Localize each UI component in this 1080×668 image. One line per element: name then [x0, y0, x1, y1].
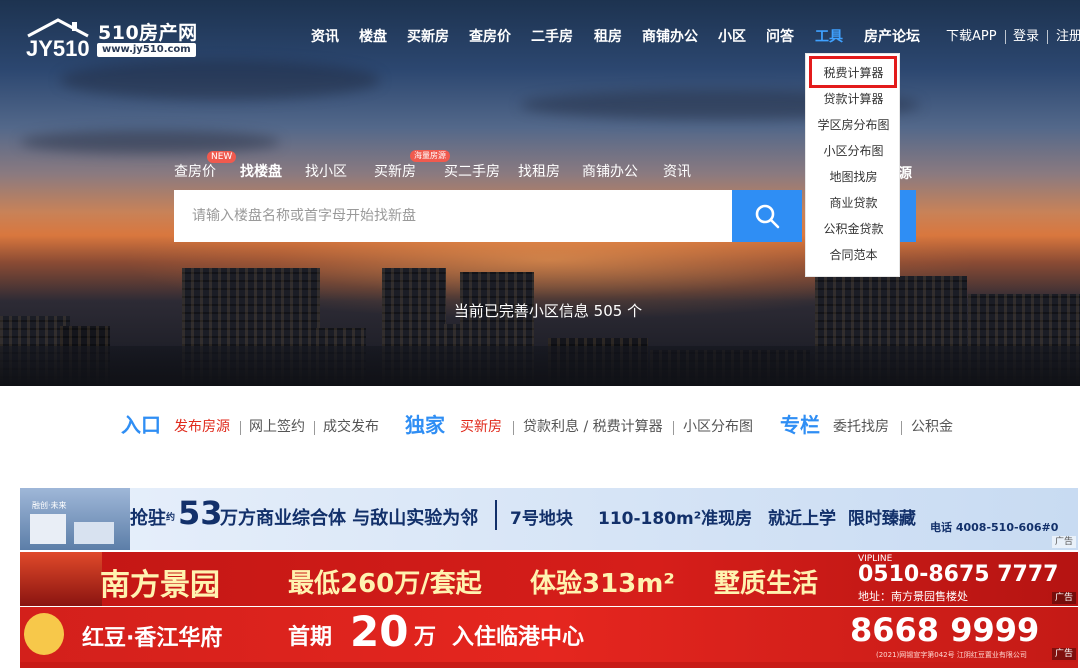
entry-housing-fund[interactable]: 公积金: [911, 418, 953, 436]
download-app-link[interactable]: 下载APP: [946, 26, 997, 48]
ground: [0, 346, 1080, 386]
nav-loupan[interactable]: 楼盘: [359, 26, 387, 48]
entry-online-sign[interactable]: 网上签约: [249, 418, 305, 436]
nav-qa[interactable]: 问答: [766, 26, 794, 48]
ad-text: 体验313m²: [530, 569, 675, 599]
divider: [495, 500, 497, 530]
dropdown-item-contract[interactable]: 合同范本: [806, 247, 901, 263]
community-stat: 当前已完善小区信息 505 个: [453, 302, 643, 320]
search-icon: [755, 204, 780, 229]
ad-text: 万: [414, 625, 437, 650]
search-input[interactable]: [174, 190, 732, 242]
ad-banner-nanfang[interactable]: 南方景园 最低260万/套起 体验313m² 墅质生活 VIPLINE 0510…: [20, 552, 1078, 606]
ad-text: 墅质生活: [714, 569, 819, 599]
tab-news[interactable]: 资讯: [663, 163, 691, 181]
ad-label: 广告: [1051, 592, 1076, 604]
nav-second-hand[interactable]: 二手房: [531, 26, 573, 48]
hot-badge: 海量房源: [410, 150, 450, 162]
cloud: [20, 130, 280, 154]
ad-label: 广告: [1051, 648, 1076, 660]
search-button[interactable]: [732, 190, 802, 242]
register-link[interactable]: 注册: [1056, 26, 1080, 48]
dropdown-item-loan-calculator[interactable]: 贷款计算器: [806, 91, 901, 107]
entry-loan-tax-calculator[interactable]: 贷款利息 / 税费计算器: [523, 418, 663, 436]
ad-phone: 0510-8675 7777: [858, 562, 1059, 587]
entry-deal-publish[interactable]: 成交发布: [323, 418, 379, 436]
divider: [513, 421, 514, 435]
nav-new-house[interactable]: 买新房: [407, 26, 449, 48]
ad-number: 20: [350, 607, 409, 656]
tab-price[interactable]: 查房价: [174, 163, 216, 181]
divider: [240, 421, 241, 435]
ad-banner-hongdou[interactable]: 红豆·香江华府 首期 20 万 入住临港中心 8668 9999 (2021)网…: [20, 607, 1078, 662]
ad-image: [20, 552, 102, 606]
dropdown-item-community-map[interactable]: 小区分布图: [806, 143, 901, 159]
entry-title-zhuanlan: 专栏: [780, 413, 820, 437]
building-graphic: [74, 522, 114, 544]
ad-note: (2021)网锡宣字第042号 江阴红豆置业有限公司: [876, 651, 1027, 659]
dropdown-item-school-map[interactable]: 学区房分布图: [806, 117, 901, 133]
ad-text: 7号地块: [510, 509, 573, 529]
ad-banner-partial[interactable]: [20, 662, 1078, 668]
divider: [314, 421, 315, 435]
ad-text: 最低260万/套起: [288, 569, 482, 599]
ad-text: 110-180m²准现房: [598, 509, 753, 529]
dropdown-item-commercial-loan[interactable]: 商业贷款: [806, 195, 901, 211]
nav-community[interactable]: 小区: [718, 26, 746, 48]
entry-community-map[interactable]: 小区分布图: [683, 418, 753, 436]
cloud: [60, 60, 380, 100]
tab-community[interactable]: 找小区: [305, 163, 347, 181]
nav-tools[interactable]: 工具: [815, 26, 843, 48]
ad-title: 红豆·香江华府: [82, 626, 223, 651]
entry-entrust-search[interactable]: 委托找房: [833, 418, 889, 436]
building-graphic: [30, 514, 66, 544]
tab-shops-office[interactable]: 商铺办公: [582, 163, 638, 181]
ad-address: 地址：南方景园售楼处: [858, 590, 968, 603]
entry-new-house[interactable]: 买新房: [460, 418, 502, 436]
tab-new-house[interactable]: 买新房: [374, 163, 416, 181]
logo-title[interactable]: 510房产网: [98, 18, 198, 45]
svg-text:JY510: JY510: [26, 36, 90, 60]
nav-news[interactable]: 资讯: [311, 26, 339, 48]
nav-divider: [1005, 30, 1006, 44]
nav-divider: [1047, 30, 1048, 44]
nav-price[interactable]: 查房价: [469, 26, 511, 48]
logo-url: www.jy510.com: [97, 43, 196, 57]
tab-loupan[interactable]: 找楼盘: [240, 163, 282, 181]
ad-text: 抢驻: [130, 508, 166, 529]
new-badge: NEW: [207, 151, 237, 163]
mascot-image: [24, 613, 64, 655]
ad-banner-rongchuang[interactable]: 融创·未来 抢驻 约 53 万方商业综合体 与敌山实验为邻 7号地块 110-1…: [20, 488, 1078, 550]
entry-title-rukou: 入口: [121, 413, 161, 437]
divider: [901, 421, 902, 435]
nav-rent[interactable]: 租房: [594, 26, 622, 48]
ad-label: 广告: [1051, 536, 1076, 548]
dropdown-item-map-search[interactable]: 地图找房: [806, 169, 901, 185]
tab-second-hand[interactable]: 买二手房: [444, 163, 500, 181]
ad-text: 就近上学 限时臻藏: [768, 509, 916, 529]
ad-text: 入住临港中心: [452, 625, 585, 650]
page: JY510 510房产网 www.jy510.com 资讯 楼盘 买新房 查房价…: [0, 0, 1080, 668]
login-link[interactable]: 登录: [1013, 26, 1039, 48]
ad-number: 53: [178, 494, 223, 532]
tab-rent[interactable]: 找租房: [518, 163, 560, 181]
dropdown-item-fund-loan[interactable]: 公积金贷款: [806, 221, 901, 237]
ad-image: 融创·未来: [20, 488, 130, 550]
ad-phone: 8668 9999: [850, 611, 1040, 649]
hero-banner: JY510 510房产网 www.jy510.com 资讯 楼盘 买新房 查房价…: [0, 0, 1080, 386]
search-button-edge: [899, 190, 916, 242]
ad-title: 南方景园: [100, 568, 220, 603]
ad-text: 万方商业综合体 与敌山实验为邻: [220, 508, 479, 529]
divider: [673, 421, 674, 435]
ad-phone: 电话 4008-510-606#0: [930, 521, 1059, 534]
ad-text: 约: [166, 513, 176, 523]
logo-house-icon: JY510: [26, 18, 90, 61]
nav-shops-office[interactable]: 商铺办公: [642, 26, 698, 48]
entry-title-dujia: 独家: [405, 413, 445, 437]
entry-publish-listing[interactable]: 发布房源: [174, 418, 230, 436]
ad-text: 首期: [288, 625, 333, 650]
ad-brand: 融创·未来: [32, 501, 67, 510]
nav-forum[interactable]: 房产论坛: [864, 26, 920, 48]
highlight-box: [809, 56, 897, 88]
